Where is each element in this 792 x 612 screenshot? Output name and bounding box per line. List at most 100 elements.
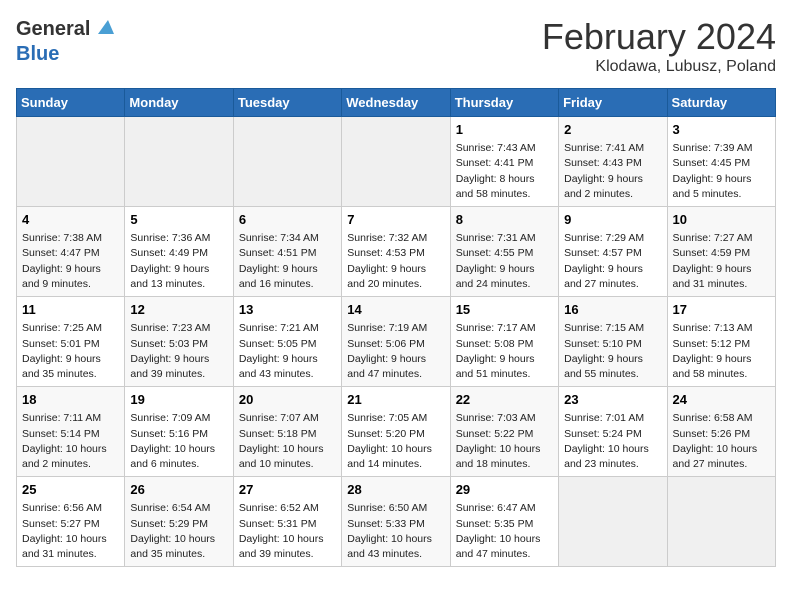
calendar-cell: 25 Sunrise: 6:56 AMSunset: 5:27 PMDayligh…: [17, 477, 125, 567]
day-number: 28: [347, 481, 444, 499]
calendar-cell: 9Sunrise: 7:29 AMSunset: 4:57 PMDaylight…: [559, 207, 667, 297]
calendar-week-row: 1 Sunrise: 7:43 AMSunset: 4:41 PMDaylight…: [17, 117, 776, 207]
calendar-cell: 10Sunrise: 7:27 AMSunset: 4:59 PMDayligh…: [667, 207, 775, 297]
calendar-cell: [125, 117, 233, 207]
column-header-sunday: Sunday: [17, 89, 125, 117]
calendar-cell: 2Sunrise: 7:41 AMSunset: 4:43 PMDaylight…: [559, 117, 667, 207]
month-title: February 2024: [542, 16, 776, 58]
column-header-saturday: Saturday: [667, 89, 775, 117]
calendar-cell: 12 Sunrise: 7:23 AMSunset: 5:03 PMDayligh…: [125, 297, 233, 387]
calendar-cell: 22 Sunrise: 7:03 AMSunset: 5:22 PMDayligh…: [450, 387, 558, 477]
calendar-cell: 7 Sunrise: 7:32 AMSunset: 4:53 PMDaylight…: [342, 207, 450, 297]
day-number: 5: [130, 211, 227, 229]
calendar-cell: 1 Sunrise: 7:43 AMSunset: 4:41 PMDaylight…: [450, 117, 558, 207]
calendar-cell: 19 Sunrise: 7:09 AMSunset: 5:16 PMDayligh…: [125, 387, 233, 477]
calendar-cell: 6 Sunrise: 7:34 AMSunset: 4:51 PMDaylight…: [233, 207, 341, 297]
cell-info: Sunrise: 6:52 AMSunset: 5:31 PMDaylight:…: [239, 501, 336, 562]
day-number: 8: [456, 211, 553, 229]
cell-info: Sunrise: 7:25 AMSunset: 5:01 PMDaylight:…: [22, 321, 119, 382]
day-number: 11: [22, 301, 119, 319]
day-number: 23: [564, 391, 661, 409]
cell-info: Sunrise: 6:58 AMSunset: 5:26 PMDaylight:…: [673, 411, 770, 472]
day-number: 17: [673, 301, 770, 319]
column-header-thursday: Thursday: [450, 89, 558, 117]
cell-info: Sunrise: 7:19 AMSunset: 5:06 PMDaylight:…: [347, 321, 444, 382]
calendar-cell: 23 Sunrise: 7:01 AMSunset: 5:24 PMDayligh…: [559, 387, 667, 477]
cell-info: Sunrise: 7:34 AMSunset: 4:51 PMDaylight:…: [239, 231, 336, 292]
calendar-week-row: 18 Sunrise: 7:11 AMSunset: 5:14 PMDayligh…: [17, 387, 776, 477]
day-number: 26: [130, 481, 227, 499]
cell-info: Sunrise: 7:07 AMSunset: 5:18 PMDaylight:…: [239, 411, 336, 472]
cell-info: Sunrise: 7:29 AMSunset: 4:57 PMDaylight:…: [564, 231, 661, 292]
calendar-cell: 13Sunrise: 7:21 AMSunset: 5:05 PMDayligh…: [233, 297, 341, 387]
logo-blue-text: Blue: [16, 43, 59, 66]
logo-general-text: General: [16, 18, 90, 41]
calendar-cell: 17 Sunrise: 7:13 AMSunset: 5:12 PMDayligh…: [667, 297, 775, 387]
cell-info: Sunrise: 7:05 AMSunset: 5:20 PMDaylight:…: [347, 411, 444, 472]
column-header-monday: Monday: [125, 89, 233, 117]
title-area: February 2024 Klodawa, Lubusz, Poland: [542, 16, 776, 76]
cell-info: Sunrise: 6:54 AMSunset: 5:29 PMDaylight:…: [130, 501, 227, 562]
day-number: 14: [347, 301, 444, 319]
day-number: 10: [673, 211, 770, 229]
location-text: Klodawa, Lubusz, Poland: [542, 58, 776, 76]
calendar-cell: 15Sunrise: 7:17 AMSunset: 5:08 PMDayligh…: [450, 297, 558, 387]
cell-info: Sunrise: 7:03 AMSunset: 5:22 PMDaylight:…: [456, 411, 553, 472]
cell-info: Sunrise: 6:50 AMSunset: 5:33 PMDaylight:…: [347, 501, 444, 562]
cell-info: Sunrise: 7:23 AMSunset: 5:03 PMDaylight:…: [130, 321, 227, 382]
calendar-cell: 24Sunrise: 6:58 AMSunset: 5:26 PMDayligh…: [667, 387, 775, 477]
calendar-cell: 16 Sunrise: 7:15 AMSunset: 5:10 PMDayligh…: [559, 297, 667, 387]
calendar-cell: [342, 117, 450, 207]
calendar-cell: 18 Sunrise: 7:11 AMSunset: 5:14 PMDayligh…: [17, 387, 125, 477]
calendar-cell: 4 Sunrise: 7:38 AMSunset: 4:47 PMDaylight…: [17, 207, 125, 297]
column-header-wednesday: Wednesday: [342, 89, 450, 117]
calendar-cell: 26 Sunrise: 6:54 AMSunset: 5:29 PMDayligh…: [125, 477, 233, 567]
calendar-cell: 3 Sunrise: 7:39 AMSunset: 4:45 PMDaylight…: [667, 117, 775, 207]
column-header-tuesday: Tuesday: [233, 89, 341, 117]
calendar-cell: 21 Sunrise: 7:05 AMSunset: 5:20 PMDayligh…: [342, 387, 450, 477]
day-number: 1: [456, 121, 553, 139]
calendar-cell: 8Sunrise: 7:31 AMSunset: 4:55 PMDaylight…: [450, 207, 558, 297]
day-number: 4: [22, 211, 119, 229]
calendar-cell: 27 Sunrise: 6:52 AMSunset: 5:31 PMDayligh…: [233, 477, 341, 567]
cell-info: Sunrise: 7:41 AMSunset: 4:43 PMDaylight:…: [564, 141, 661, 202]
cell-info: Sunrise: 7:17 AMSunset: 5:08 PMDaylight:…: [456, 321, 553, 382]
column-header-friday: Friday: [559, 89, 667, 117]
calendar-cell: 5Sunrise: 7:36 AMSunset: 4:49 PMDaylight…: [125, 207, 233, 297]
calendar-cell: [17, 117, 125, 207]
cell-info: Sunrise: 7:15 AMSunset: 5:10 PMDaylight:…: [564, 321, 661, 382]
cell-info: Sunrise: 7:32 AMSunset: 4:53 PMDaylight:…: [347, 231, 444, 292]
cell-info: Sunrise: 7:38 AMSunset: 4:47 PMDaylight:…: [22, 231, 119, 292]
day-number: 12: [130, 301, 227, 319]
cell-info: Sunrise: 7:01 AMSunset: 5:24 PMDaylight:…: [564, 411, 661, 472]
day-number: 20: [239, 391, 336, 409]
calendar-header-row: SundayMondayTuesdayWednesdayThursdayFrid…: [17, 89, 776, 117]
calendar-week-row: 4 Sunrise: 7:38 AMSunset: 4:47 PMDaylight…: [17, 207, 776, 297]
calendar-table: SundayMondayTuesdayWednesdayThursdayFrid…: [16, 88, 776, 567]
calendar-week-row: 25 Sunrise: 6:56 AMSunset: 5:27 PMDayligh…: [17, 477, 776, 567]
logo: General Blue: [16, 16, 116, 66]
cell-info: Sunrise: 7:09 AMSunset: 5:16 PMDaylight:…: [130, 411, 227, 472]
day-number: 21: [347, 391, 444, 409]
day-number: 6: [239, 211, 336, 229]
cell-info: Sunrise: 6:47 AMSunset: 5:35 PMDaylight:…: [456, 501, 553, 562]
day-number: 7: [347, 211, 444, 229]
calendar-cell: 20 Sunrise: 7:07 AMSunset: 5:18 PMDayligh…: [233, 387, 341, 477]
cell-info: Sunrise: 7:39 AMSunset: 4:45 PMDaylight:…: [673, 141, 770, 202]
cell-info: Sunrise: 7:21 AMSunset: 5:05 PMDaylight:…: [239, 321, 336, 382]
cell-info: Sunrise: 7:13 AMSunset: 5:12 PMDaylight:…: [673, 321, 770, 382]
calendar-cell: 14 Sunrise: 7:19 AMSunset: 5:06 PMDayligh…: [342, 297, 450, 387]
day-number: 16: [564, 301, 661, 319]
cell-info: Sunrise: 7:43 AMSunset: 4:41 PMDaylight:…: [456, 141, 553, 202]
logo-arrow-icon: [94, 16, 116, 38]
page-header: General Blue February 2024 Klodawa, Lubu…: [16, 16, 776, 76]
day-number: 25: [22, 481, 119, 499]
day-number: 18: [22, 391, 119, 409]
cell-info: Sunrise: 6:56 AMSunset: 5:27 PMDaylight:…: [22, 501, 119, 562]
day-number: 19: [130, 391, 227, 409]
day-number: 3: [673, 121, 770, 139]
day-number: 22: [456, 391, 553, 409]
cell-info: Sunrise: 7:11 AMSunset: 5:14 PMDaylight:…: [22, 411, 119, 472]
calendar-cell: 28 Sunrise: 6:50 AMSunset: 5:33 PMDayligh…: [342, 477, 450, 567]
day-number: 27: [239, 481, 336, 499]
